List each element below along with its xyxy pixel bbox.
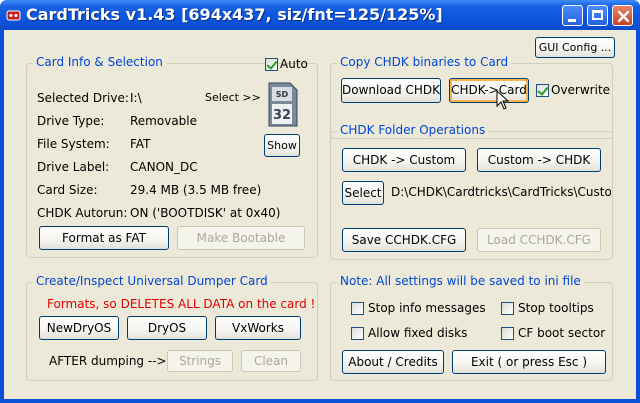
dumper-title: Create/Inspect Universal Dumper Card — [33, 274, 271, 288]
save-cfg-button[interactable]: Save CCHDK.CFG — [342, 228, 466, 252]
selected-drive-value: I:\ — [130, 91, 142, 105]
cf-boot-checkbox[interactable] — [501, 327, 514, 340]
app-icon — [6, 10, 21, 21]
download-chdk-button[interactable]: Download CHDK — [341, 78, 441, 103]
overwrite-checkbox[interactable] — [536, 84, 549, 97]
auto-label: Auto — [280, 57, 308, 71]
format-warning-text: Formats, so DELETES ALL DATA on the card… — [47, 297, 316, 311]
auto-checkbox[interactable] — [265, 58, 278, 71]
clean-button[interactable]: Clean — [241, 350, 301, 372]
show-button[interactable]: Show — [264, 134, 300, 157]
make-bootable-button[interactable]: Make Bootable — [177, 226, 305, 250]
folder-ops-title: CHDK Folder Operations — [337, 123, 489, 137]
drive-type-label: Drive Type: — [37, 114, 105, 128]
select-folder-button[interactable]: Select — [342, 181, 384, 205]
about-credits-button[interactable]: About / Credits — [342, 350, 444, 374]
chdk-autorun-value: ON ('BOOTDISK' at 0x40) — [130, 206, 281, 220]
vxworks-button[interactable]: VxWorks — [215, 316, 301, 340]
select-arrow-label: Select >> — [205, 91, 261, 104]
drive-type-value: Removable — [130, 114, 198, 128]
allow-fixed-checkbox[interactable] — [351, 327, 364, 340]
chdk-autorun-label: CHDK Autorun: — [37, 206, 128, 220]
close-button[interactable] — [612, 5, 633, 26]
cf-boot-label: CF boot sector — [518, 326, 606, 340]
chdk-to-custom-button[interactable]: CHDK -> Custom — [342, 148, 466, 172]
stop-info-checkbox[interactable] — [351, 302, 364, 315]
dryos-button[interactable]: DryOS — [127, 316, 207, 340]
stop-info-label: Stop info messages — [368, 301, 486, 315]
settings-group: Note: All settings will be saved to ini … — [330, 274, 613, 381]
drive-label-value: CANON_DC — [130, 160, 198, 174]
window-title: CardTricks v1.43 [694x437, siz/fnt=125/1… — [26, 5, 443, 24]
format-fat-button[interactable]: Format as FAT — [39, 226, 169, 250]
newdryos-button[interactable]: NewDryOS — [39, 316, 119, 340]
selected-drive-label: Selected Drive: — [37, 91, 129, 105]
after-dumping-label: AFTER dumping --> — [49, 354, 167, 368]
title-bar[interactable]: CardTricks v1.43 [694x437, siz/fnt=125/1… — [0, 0, 640, 30]
chdk-to-card-button[interactable]: CHDK->Card — [449, 78, 529, 103]
allow-fixed-label: Allow fixed disks — [368, 326, 468, 340]
strings-button[interactable]: Strings — [167, 350, 233, 372]
mouse-cursor-icon — [496, 90, 510, 110]
svg-text:32: 32 — [273, 108, 291, 123]
overwrite-label: Overwrite — [551, 83, 611, 97]
card-size-value: 29.4 MB (3.5 MB free) — [130, 183, 262, 197]
sd-card-icon[interactable]: SD 32 — [266, 82, 298, 128]
stop-tooltips-label: Stop tooltips — [518, 301, 594, 315]
maximize-button[interactable] — [587, 5, 608, 26]
custom-to-chdk-button[interactable]: Custom -> CHDK — [477, 148, 601, 172]
settings-title: Note: All settings will be saved to ini … — [337, 274, 584, 288]
stop-tooltips-checkbox[interactable] — [501, 302, 514, 315]
close-icon — [617, 10, 630, 23]
file-system-value: FAT — [130, 137, 151, 151]
exit-button[interactable]: Exit ( or press Esc ) — [452, 350, 606, 374]
minimize-button[interactable] — [562, 5, 583, 26]
card-info-title: Card Info & Selection — [33, 55, 166, 69]
load-cfg-button[interactable]: Load CCHDK.CFG — [477, 228, 601, 252]
gui-config-button[interactable]: GUI Config ... — [535, 37, 615, 58]
svg-text:SD: SD — [276, 90, 289, 99]
copy-chdk-title: Copy CHDK binaries to Card — [337, 55, 512, 69]
client-area: GUI Config ... Card Info & Selection Aut… — [4, 30, 636, 399]
dumper-group: Create/Inspect Universal Dumper Card For… — [26, 274, 318, 381]
folder-ops-group: CHDK Folder Operations CHDK -> Custom Cu… — [330, 123, 613, 260]
custom-folder-path: D:\CHDK\Cardtricks\CardTricks\Custon — [391, 185, 611, 199]
drive-label-label: Drive Label: — [37, 160, 110, 174]
card-size-label: Card Size: — [37, 183, 98, 197]
file-system-label: File System: — [37, 137, 110, 151]
